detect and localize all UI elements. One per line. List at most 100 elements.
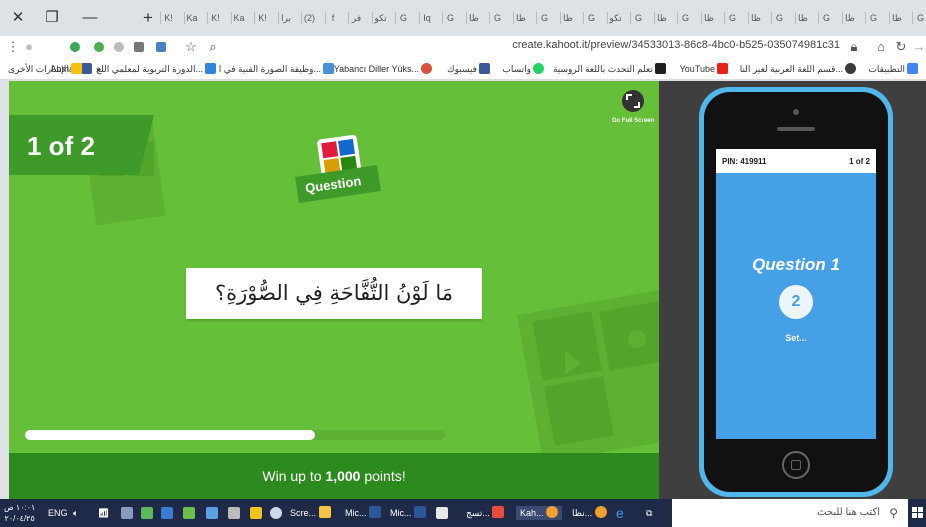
browser-tab[interactable]: K! <box>207 12 221 24</box>
browser-tab[interactable]: G <box>912 12 926 24</box>
bookmark-star-icon[interactable]: ☆ <box>182 38 200 56</box>
browser-tab[interactable]: K! <box>254 12 268 24</box>
browser-tab[interactable]: f <box>324 12 339 24</box>
browser-tab[interactable]: ظا <box>747 12 762 24</box>
store-icon[interactable] <box>436 507 448 519</box>
new-tab-icon[interactable]: + <box>138 8 158 28</box>
bookmark-russian[interactable]: تعلم التحدث باللغة الروسية <box>553 62 668 76</box>
lock-icon[interactable]: 🔒︎ <box>845 38 863 56</box>
phone-question-title: Question 1 <box>752 255 840 274</box>
phone-header: PIN: 419911 1 of 2 <box>716 149 876 173</box>
volume-icon[interactable]: 🔈︎ <box>73 506 78 520</box>
taskbar-item-recorder[interactable]: تسج... <box>466 506 505 520</box>
browser-tab[interactable]: G <box>442 12 456 24</box>
browser-tab[interactable]: Ka <box>183 12 198 24</box>
browser-tab[interactable]: تكو <box>371 12 387 24</box>
profile-icon[interactable]: ● <box>20 38 38 56</box>
browser-tab[interactable]: ظا <box>888 12 903 24</box>
go-full-screen-button[interactable]: Go Full Screen <box>607 89 659 124</box>
network-icon[interactable]: 📶︎ <box>98 506 109 520</box>
bookmark-other[interactable]: الإشارات الأخرى <box>8 62 84 76</box>
bookmark-whatsapp[interactable]: واتساب <box>502 62 546 76</box>
browser-tab[interactable]: G <box>583 12 597 24</box>
extension-icon[interactable] <box>94 42 104 52</box>
browser-tab[interactable]: تكو <box>606 12 622 24</box>
browser-tab[interactable]: G <box>489 12 503 24</box>
bookmark-course[interactable]: الدورة التربوية لمعلمي اللغ... <box>96 62 218 76</box>
taskbar-item-word[interactable]: Mic... <box>390 506 427 520</box>
minimize-window-icon[interactable]: — <box>80 8 100 28</box>
taskbar-clock[interactable]: ١٠:٠١ ص ٢٠/٠٤/٢٥ <box>4 502 35 523</box>
site-icon <box>323 63 334 74</box>
browser-tab[interactable]: برا <box>277 12 292 24</box>
browser-tab[interactable]: ظا <box>559 12 574 24</box>
windows-start-icon[interactable] <box>912 507 924 519</box>
bookmark-youtube[interactable]: YouTube <box>680 62 730 76</box>
tray-icon[interactable] <box>183 507 195 519</box>
url-field[interactable]: create.kahoot.it/preview/34533013-86c8-4… <box>430 39 840 55</box>
browser-tab[interactable]: G <box>724 12 738 24</box>
translate-icon[interactable] <box>156 42 166 52</box>
word-icon <box>414 506 427 518</box>
browser-tab[interactable]: G <box>771 12 785 24</box>
browser-tab[interactable]: Ka <box>230 12 245 24</box>
taskbar-item-snipping[interactable]: Scre... <box>290 506 331 520</box>
edge-icon[interactable]: e <box>616 506 624 520</box>
browser-tab[interactable]: ظا <box>700 12 715 24</box>
folder-icon <box>70 63 82 74</box>
taskbar-item-word[interactable]: Mic... <box>345 506 382 520</box>
language-indicator[interactable]: ENG <box>48 506 68 520</box>
bookmark-apps[interactable]: التطبيقات <box>868 62 920 76</box>
bookmark-arabic-dept[interactable]: قسم اللغة العربية لغير النا... <box>740 62 858 76</box>
back-icon[interactable]: → <box>910 38 926 56</box>
browser-tab[interactable]: G <box>818 12 832 24</box>
browser-tab[interactable]: G <box>677 12 691 24</box>
close-window-icon[interactable]: ✕ <box>8 8 28 28</box>
browser-tab[interactable]: ظا <box>841 12 856 24</box>
bookmark-label: التطبيقات <box>868 64 905 74</box>
restore-window-icon[interactable]: ❐ <box>42 8 62 28</box>
question-badge: Question <box>293 133 383 208</box>
task-view-icon[interactable]: ⧉ <box>646 506 652 520</box>
browser-tab[interactable]: G <box>395 12 409 24</box>
tray-icon[interactable] <box>121 507 133 519</box>
search-icon[interactable]: ⌕ <box>204 38 222 56</box>
tray-icon[interactable] <box>250 507 262 519</box>
browser-tab[interactable]: فر <box>348 12 362 24</box>
home-icon[interactable]: ⌂ <box>872 38 890 56</box>
browser-tab[interactable]: G <box>536 12 550 24</box>
tray-icon[interactable] <box>141 507 153 519</box>
browser-tab[interactable]: ظا <box>794 12 809 24</box>
tray-icon[interactable] <box>228 507 240 519</box>
bookmark-label: وظيفة الصورة الفنية في ا... <box>218 64 321 74</box>
bookmark-label: YouTube <box>679 64 715 74</box>
browser-tab[interactable]: Iq <box>418 12 433 24</box>
taskbar-item-label: تسج... <box>466 508 490 518</box>
bookmark-facebook[interactable]: فيسبوك <box>447 62 492 76</box>
browser-tab[interactable]: (2) <box>301 12 315 24</box>
recorder-icon <box>492 506 505 518</box>
tray-icon[interactable] <box>206 507 218 519</box>
chevron-double-icon: » <box>96 64 102 74</box>
bookmark-art-image[interactable]: وظيفة الصورة الفنية في ا... <box>219 62 336 76</box>
extension-icon[interactable] <box>134 42 144 52</box>
browser-tab[interactable]: G <box>630 12 644 24</box>
taskbar-item-kahoot[interactable]: Kah... <box>516 506 563 520</box>
phone-speaker <box>777 127 815 131</box>
taskbar-item-system[interactable]: نظا... <box>572 506 607 520</box>
bookmarks-overflow-button[interactable]: » <box>96 62 101 76</box>
bookmark-yabanci[interactable]: Yabancı Diller Yüks... <box>334 62 434 76</box>
taskbar-search-input[interactable]: اكتب هنا للبحث ⚲ <box>672 499 908 527</box>
browser-tab[interactable]: G <box>865 12 879 24</box>
browser-tab[interactable]: ظا <box>465 12 480 24</box>
browser-tab[interactable]: ظا <box>512 12 527 24</box>
tray-icon[interactable] <box>270 507 282 519</box>
search-placeholder: اكتب هنا للبحث <box>817 507 880 518</box>
reload-icon[interactable]: ↻ <box>892 38 910 56</box>
bluetooth-icon[interactable] <box>161 507 173 519</box>
extension-icon[interactable] <box>70 42 80 52</box>
browser-tab[interactable]: ظا <box>653 12 668 24</box>
browser-tab[interactable]: K! <box>160 12 174 24</box>
snipping-icon <box>318 506 331 518</box>
extension-icon[interactable] <box>114 42 124 52</box>
